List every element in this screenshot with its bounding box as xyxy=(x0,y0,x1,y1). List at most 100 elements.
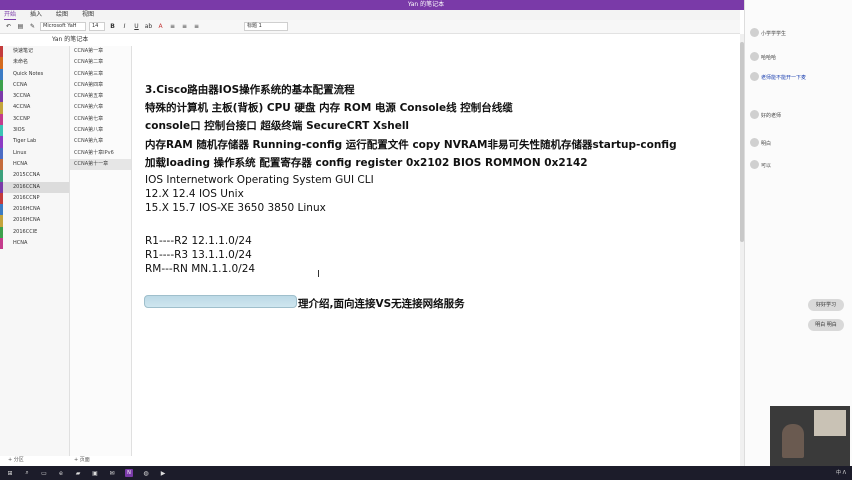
page-item[interactable]: CCNA第一章 xyxy=(70,46,131,57)
style-select[interactable]: 标题 1 xyxy=(244,22,288,31)
italic-button[interactable]: I xyxy=(120,22,129,31)
tab-draw[interactable]: 绘图 xyxy=(56,10,68,20)
align-button[interactable]: ≡ xyxy=(192,22,201,31)
note-text-line[interactable]: R1----R3 13.1.1.0/24 xyxy=(145,249,252,261)
note-text-line[interactable]: 3.Cisco路由器IOS操作系统的基本配置流程 xyxy=(145,82,355,97)
windows-icon[interactable]: ⊞ xyxy=(6,469,14,477)
edge-icon[interactable]: e xyxy=(57,469,65,477)
page-item[interactable]: CCNA第四章 xyxy=(70,80,131,91)
clipboard-icon[interactable]: ▤ xyxy=(16,22,25,31)
taskview-icon[interactable]: ▭ xyxy=(40,469,48,477)
notebook-header[interactable]: Yan 的笔记本 xyxy=(0,34,140,46)
section-tab[interactable]: 2016HCNA xyxy=(0,204,69,216)
note-text-line[interactable]: RM---RN MN.1.1.0/24 xyxy=(145,263,255,275)
system-tray[interactable]: 中 ᐱ xyxy=(836,466,846,480)
section-tab[interactable]: 2016CCNA xyxy=(0,181,69,193)
chat-message: 好的老师 xyxy=(761,113,782,119)
note-text-line[interactable]: 特殊的计算机 主板(背板) CPU 硬盘 内存 ROM 电源 Console线 … xyxy=(145,100,513,115)
strikethrough-button[interactable]: ab xyxy=(144,22,153,31)
note-text-line[interactable]: R1----R2 12.1.1.0/24 xyxy=(145,235,252,247)
tab-home[interactable]: 开始 xyxy=(4,10,17,20)
webcam-video xyxy=(770,406,850,466)
font-name-select[interactable]: Microsoft YaH xyxy=(40,22,86,31)
chat-message: 哈哈哈 xyxy=(761,55,777,61)
page-item[interactable]: CCNA第七章 xyxy=(70,114,131,125)
note-text-line[interactable]: 内存RAM 随机存储器 Running-config 运行配置文件 copy N… xyxy=(145,137,677,152)
page-item[interactable]: CCNA第十一章 xyxy=(70,158,131,171)
notebook-name[interactable]: Yan 的笔记本 xyxy=(52,34,88,46)
mail-icon[interactable]: ✉ xyxy=(108,469,116,477)
page-item[interactable]: CCNA第六章 xyxy=(70,102,131,113)
section-tab[interactable]: 2016HCNA xyxy=(0,215,69,227)
bullets-button[interactable]: ≡ xyxy=(168,22,177,31)
add-section-button[interactable]: + 分区 xyxy=(8,456,24,463)
avatar xyxy=(750,72,759,81)
avatar xyxy=(750,110,759,119)
search-icon[interactable]: ⌕ xyxy=(23,469,31,477)
section-tab[interactable]: Tiger Lab xyxy=(0,136,69,148)
chat-icon[interactable]: ◍ xyxy=(142,469,150,477)
font-color-button[interactable]: A xyxy=(156,22,165,31)
store-icon[interactable]: ▣ xyxy=(91,469,99,477)
chat-message: 老师能不能开一下麦 xyxy=(761,75,807,81)
add-page-button[interactable]: + 页面 xyxy=(74,456,90,463)
numbering-button[interactable]: ≡ xyxy=(180,22,189,31)
chat-panel-header xyxy=(745,2,852,20)
note-text-line[interactable]: IOS Internetwork Operating System GUI CL… xyxy=(145,174,374,186)
video-background-window xyxy=(814,410,846,436)
note-text-line[interactable]: 15.X 15.7 IOS-XE 3650 3850 Linux xyxy=(145,202,326,214)
bold-button[interactable]: B xyxy=(108,22,117,31)
folder-icon[interactable]: ▰ xyxy=(74,469,82,477)
window-title: Yan 的笔记本 xyxy=(407,1,445,8)
undo-icon[interactable]: ↶ xyxy=(4,22,13,31)
section-tab[interactable]: 3IOS xyxy=(0,125,69,137)
page-item[interactable]: CCNA第三章 xyxy=(70,69,131,80)
formatting-toolbar: ↶ ▤ ✎ Microsoft YaH 14 B I U ab A ≡ ≡ ≡ … xyxy=(0,20,740,34)
section-tab[interactable]: Linux xyxy=(0,147,69,159)
page-item[interactable]: CCNA第五章 xyxy=(70,91,131,102)
section-tab[interactable]: CCNA xyxy=(0,79,69,92)
chat-panel: 小学学学生 哈哈哈 老师能不能开一下麦 好的老师 明白 可以 xyxy=(744,0,852,466)
section-tab[interactable]: 3CCNA xyxy=(0,91,69,103)
section-list: 快速笔记 未命名 Quick Notes CCNA 3CCNA 4CCNA 3CCNP 3IO… xyxy=(0,46,70,456)
brush-icon[interactable]: ✎ xyxy=(28,22,37,31)
ribbon-tabs: 开始 插入 绘图 视图 xyxy=(0,10,740,20)
section-tab[interactable]: 2015CCNA xyxy=(0,170,69,182)
section-tab[interactable]: 2016CCNP xyxy=(0,192,69,205)
text-cursor xyxy=(318,270,319,277)
section-tab[interactable]: 快速笔记 xyxy=(0,46,69,58)
note-canvas[interactable]: 理介绍,面向连接VS无连接网络服务 3.Cisco路由器IOS操作系统的基本配置… xyxy=(132,34,740,466)
section-tab[interactable]: 未命名 xyxy=(0,57,69,69)
avatar xyxy=(750,52,759,61)
section-tab[interactable]: 4CCNA xyxy=(0,102,69,114)
section-tab[interactable]: 3CCNP xyxy=(0,113,69,126)
avatar xyxy=(750,138,759,147)
note-text-line[interactable]: 12.X 12.4 IOS Unix xyxy=(145,188,244,200)
onenote-icon[interactable]: N xyxy=(125,469,133,477)
note-text-line[interactable]: console口 控制台接口 超级终端 SecureCRT Xshell xyxy=(145,118,409,133)
media-icon[interactable]: ▶ xyxy=(159,469,167,477)
section-tab[interactable]: HCNA xyxy=(0,238,69,250)
tab-insert[interactable]: 插入 xyxy=(30,10,42,20)
avatar xyxy=(750,28,759,37)
section-tab[interactable]: HCNA xyxy=(0,158,69,171)
section-tab[interactable]: Quick Notes xyxy=(0,68,69,80)
page-item[interactable]: CCNA第二章 xyxy=(70,57,131,68)
avatar xyxy=(750,160,759,169)
taskbar: ⊞ ⌕ ▭ e ▰ ▣ ✉ N ◍ ▶ 中 ᐱ xyxy=(0,466,852,480)
page-list: CCNA第一章 CCNA第二章 CCNA第三章 CCNA第四章 CCNA第五章 CCNA第… xyxy=(70,46,132,456)
page-item[interactable]: CCNA第九章 xyxy=(70,136,131,147)
video-person xyxy=(782,424,804,458)
font-size-select[interactable]: 14 xyxy=(89,22,105,31)
tab-view[interactable]: 视图 xyxy=(82,10,94,20)
page-item[interactable]: CCNA第十章IPv6 xyxy=(70,148,131,159)
chat-message: 可以 xyxy=(761,163,772,169)
section-tab[interactable]: 2016CCIE xyxy=(0,226,69,239)
underline-button[interactable]: U xyxy=(132,22,141,31)
app-window: Yan 的笔记本 — □ ✕ 开始 插入 绘图 视图 ↶ ▤ ✎ Microso… xyxy=(0,0,852,480)
title-bar: Yan 的笔记本 — □ ✕ xyxy=(0,0,852,10)
page-item[interactable]: CCNA第八章 xyxy=(70,125,131,136)
note-text-line[interactable]: 加载loading 操作系统 配置寄存器 config register 0x2… xyxy=(145,155,588,170)
highlight-line-tail[interactable]: 理介绍,面向连接VS无连接网络服务 xyxy=(298,296,465,311)
chat-message: 明白 xyxy=(761,141,772,147)
